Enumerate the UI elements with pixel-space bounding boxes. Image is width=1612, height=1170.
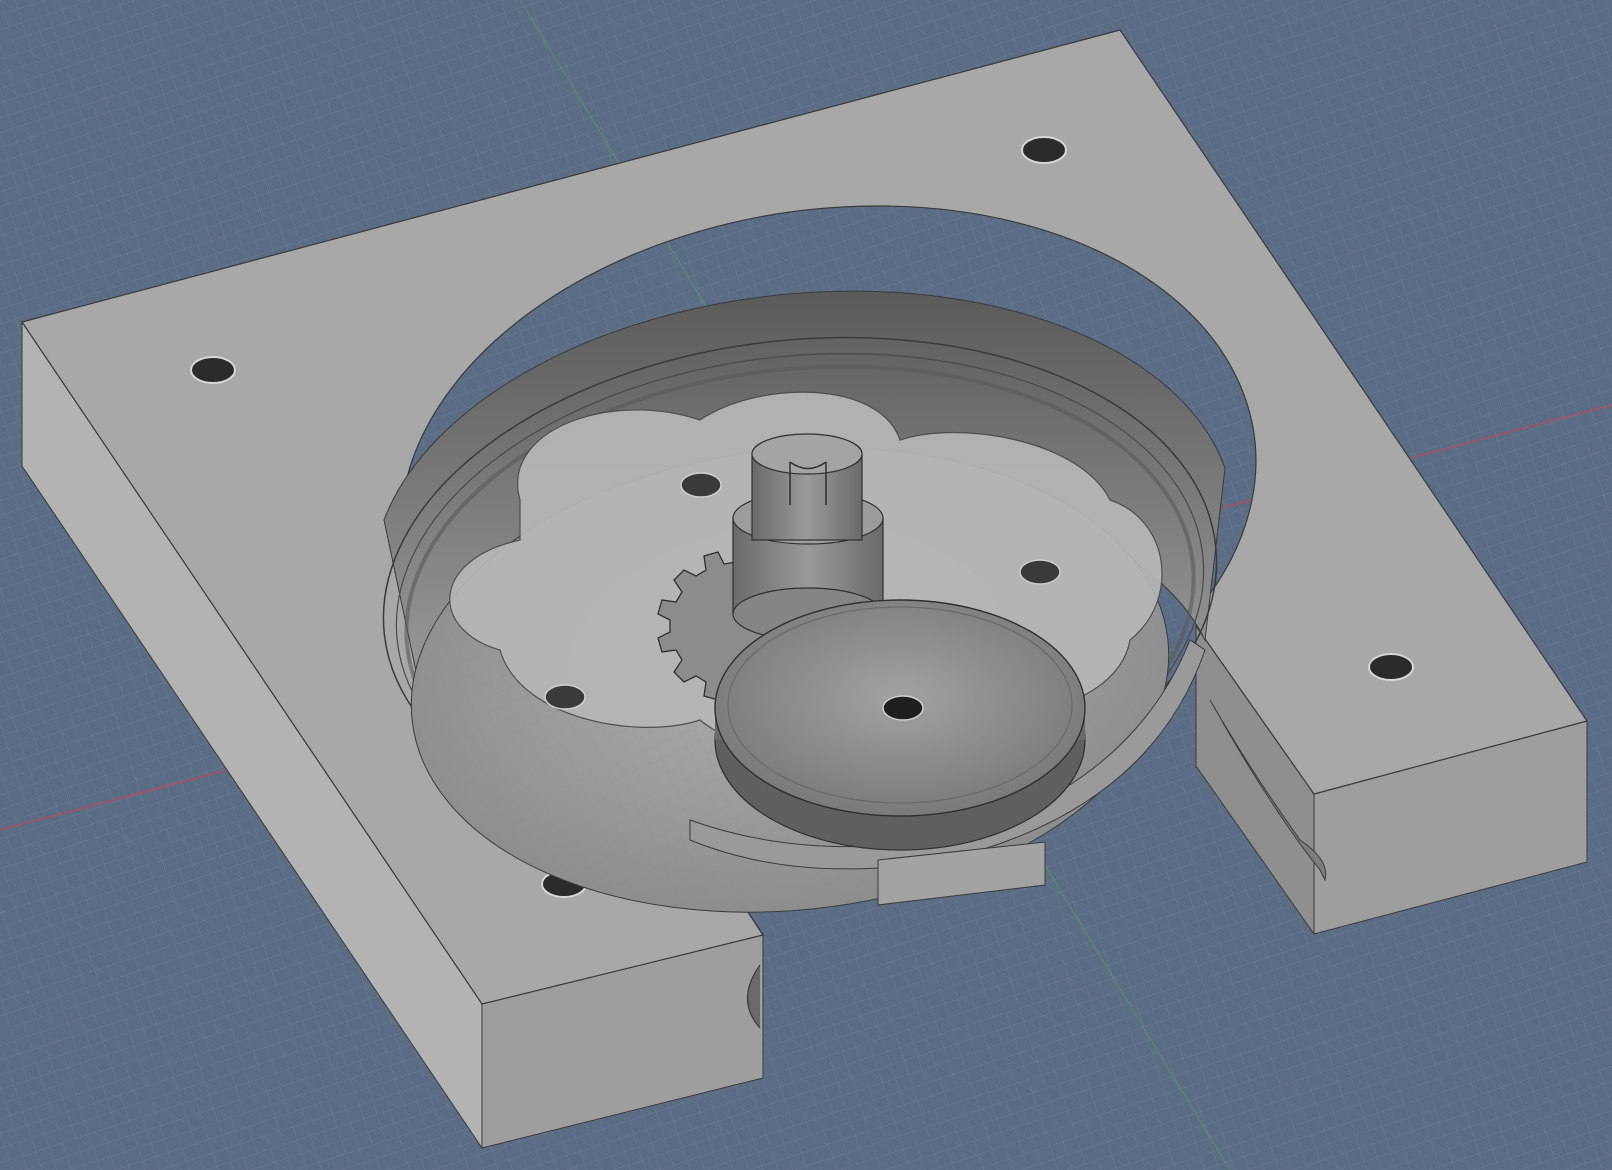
mounting-hole	[190, 356, 236, 384]
rotor-hole	[544, 684, 586, 710]
rotor-hole	[680, 472, 722, 498]
mounting-hole	[1021, 136, 1067, 164]
mounting-hole	[1368, 653, 1414, 681]
model-canvas[interactable]	[0, 0, 1612, 1170]
rotor-hole	[1019, 559, 1061, 585]
pulley-center-hole	[882, 695, 924, 721]
model-viewport[interactable]	[0, 0, 1612, 1170]
pulley-wheel[interactable]	[714, 599, 1086, 851]
